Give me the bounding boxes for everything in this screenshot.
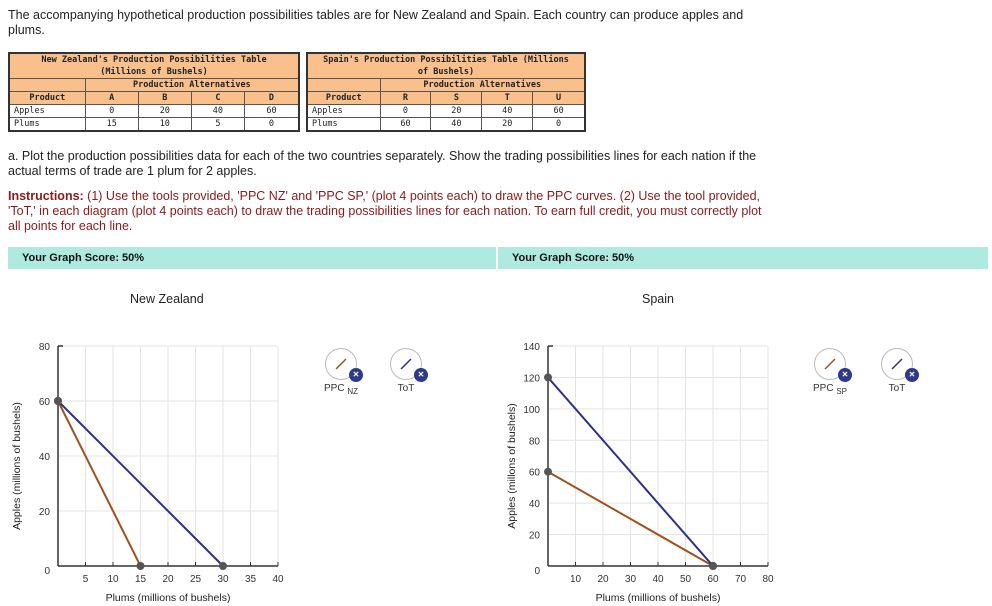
tot-sp-tool[interactable]: ✕ ToT bbox=[877, 348, 919, 394]
x-tick-label: 30 bbox=[217, 574, 229, 585]
x-tick-label: 60 bbox=[707, 574, 719, 585]
x-tick-label: 50 bbox=[680, 574, 692, 585]
y-tick-label: 0 bbox=[44, 566, 50, 577]
graph-score-banner-spain: Your Graph Score: 50% bbox=[498, 247, 988, 269]
nz-table-subheader: Production Alternatives bbox=[84, 78, 300, 92]
x-tick-label: 40 bbox=[652, 574, 664, 585]
spain-table-title: Spain's Production Possibilities Table (… bbox=[306, 52, 586, 79]
x-tick-label: 10 bbox=[570, 574, 582, 585]
y-tick-label: 140 bbox=[523, 342, 540, 353]
x-tick-label: 30 bbox=[625, 574, 637, 585]
close-icon[interactable]: ✕ bbox=[414, 368, 428, 382]
question-text: a. Plot the production possibilities dat… bbox=[8, 149, 757, 178]
table-row: Plums 15 10 5 0 bbox=[8, 117, 300, 132]
data-point bbox=[54, 397, 62, 405]
x-tick-label: 35 bbox=[245, 574, 257, 585]
y-tick-label: 40 bbox=[529, 499, 541, 510]
instructions: Instructions: (1) Use the tools provided… bbox=[8, 189, 768, 234]
table-row: Apples 0 20 40 60 bbox=[8, 104, 300, 118]
x-tick-label: 20 bbox=[597, 574, 609, 585]
spain-table: Spain's Production Possibilities Table (… bbox=[306, 52, 586, 132]
x-tick-label: 25 bbox=[190, 574, 202, 585]
nz-col-header: B bbox=[137, 91, 192, 105]
x-tick-label: 5 bbox=[83, 574, 89, 585]
ppc-nz-tool[interactable]: ✕ PPC NZ bbox=[321, 348, 363, 396]
data-point bbox=[544, 373, 552, 382]
y-tick-label: 120 bbox=[523, 373, 540, 384]
y-tick-label: 40 bbox=[39, 452, 51, 463]
x-tick-label: 10 bbox=[107, 574, 119, 585]
nz-product-header: Product bbox=[8, 91, 86, 105]
y-tick-label: 80 bbox=[529, 436, 541, 447]
y-tick-label: 20 bbox=[529, 531, 541, 542]
close-icon[interactable]: ✕ bbox=[905, 368, 919, 382]
chart-spain[interactable]: 10 20 30 40 50 60 70 80 0 20 40 60 80 100 120 140 Plums … bbox=[495, 330, 795, 606]
y-tick-label: 0 bbox=[534, 566, 540, 577]
instructions-label: Instructions: bbox=[8, 189, 84, 203]
x-axis-label: Plums (millions of bushels) bbox=[596, 592, 721, 604]
chart-title-spain: Spain bbox=[642, 292, 674, 306]
spain-col-header: T bbox=[481, 91, 534, 105]
tool-label: PPC SP bbox=[812, 383, 847, 396]
x-tick-label: 20 bbox=[162, 574, 174, 585]
data-point bbox=[219, 562, 227, 570]
tot-nz-tool[interactable]: ✕ ToT bbox=[386, 348, 428, 394]
tool-label: ToT bbox=[888, 383, 906, 394]
nz-col-header: C bbox=[190, 91, 245, 105]
spain-col-header: U bbox=[532, 91, 586, 105]
x-tick-label: 15 bbox=[135, 574, 147, 585]
data-point bbox=[709, 562, 717, 570]
tool-label: ToT bbox=[397, 383, 415, 394]
close-icon[interactable]: ✕ bbox=[349, 368, 363, 382]
instructions-text: (1) Use the tools provided, 'PPC NZ' and… bbox=[8, 189, 762, 233]
tool-label: PPC NZ bbox=[323, 383, 358, 396]
y-tick-label: 20 bbox=[39, 507, 51, 518]
y-tick-label: 60 bbox=[39, 397, 51, 408]
nz-table: New Zealand's Production Possibilities T… bbox=[8, 52, 300, 132]
x-tick-label: 70 bbox=[735, 574, 747, 585]
production-tables: New Zealand's Production Possibilities T… bbox=[8, 52, 586, 132]
ppc-sp-tool[interactable]: ✕ PPC SP bbox=[810, 348, 852, 396]
data-point bbox=[136, 562, 145, 570]
y-tick-label: 100 bbox=[523, 405, 540, 416]
nz-col-header: D bbox=[243, 91, 300, 105]
graph-score-banner-nz: Your Graph Score: 50% bbox=[8, 247, 496, 269]
intro-text: The accompanying hypothetical production… bbox=[8, 8, 744, 37]
y-axis-label: Apples (millions of bushels) bbox=[11, 402, 23, 530]
table-row: Plums 60 40 20 0 bbox=[306, 117, 586, 132]
x-tick-label: 40 bbox=[272, 574, 284, 585]
spain-col-header: S bbox=[430, 91, 483, 105]
y-tick-label: 80 bbox=[39, 342, 51, 353]
close-icon[interactable]: ✕ bbox=[838, 368, 852, 382]
spain-col-header: R bbox=[379, 91, 432, 105]
y-axis-label: Apples (millons of bushels) bbox=[506, 403, 518, 528]
y-tick-label: 60 bbox=[529, 468, 541, 479]
data-point bbox=[544, 467, 552, 476]
table-row: Apples 0 20 40 60 bbox=[306, 104, 586, 118]
chart-title-nz: New Zealand bbox=[130, 292, 204, 306]
spain-product-header: Product bbox=[306, 91, 381, 105]
spain-table-subheader: Production Alternatives bbox=[379, 78, 586, 92]
chart-nz[interactable]: 5 10 15 20 25 30 35 40 0 20 40 60 80 Plums (millions … bbox=[0, 330, 300, 606]
x-axis-label: Plums (millions of bushels) bbox=[106, 592, 231, 604]
series-line bbox=[57, 400, 142, 567]
nz-table-title: New Zealand's Production Possibilities T… bbox=[8, 52, 300, 79]
x-tick-label: 80 bbox=[762, 574, 774, 585]
nz-col-header: A bbox=[84, 91, 139, 105]
